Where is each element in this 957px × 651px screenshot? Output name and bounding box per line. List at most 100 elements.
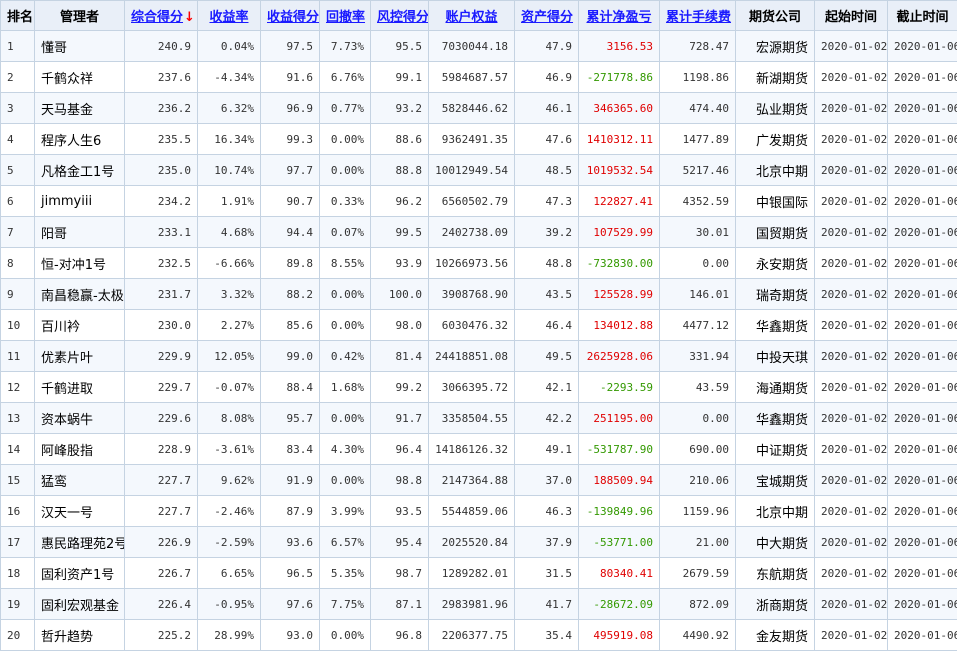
table-row: 5凡格金工1号235.010.74%97.70.00%88.810012949.… <box>1 155 957 186</box>
cell-equity: 3908768.90 <box>429 279 515 310</box>
cell-company: 北京中期 <box>736 155 815 186</box>
cell-company: 金友期货 <box>736 620 815 651</box>
table-row: 14阿峰股指228.9-3.61%83.44.30%96.414186126.3… <box>1 434 957 465</box>
cell-return-rate: 8.08% <box>198 403 261 434</box>
cell-return-score: 99.3 <box>261 124 320 155</box>
cell-net-profit: 495919.08 <box>579 620 660 651</box>
cell-return-score: 91.9 <box>261 465 320 496</box>
cell-manager: 优素片叶 <box>35 341 125 372</box>
cell-manager: 固利资产1号 <box>35 558 125 589</box>
cell-drawdown: 0.00% <box>320 403 371 434</box>
cell-drawdown: 8.55% <box>320 248 371 279</box>
cell-company: 宝城期货 <box>736 465 815 496</box>
col-net-profit-header[interactable]: 累计净盈亏 <box>579 1 660 31</box>
cell-risk-score: 87.1 <box>371 589 429 620</box>
cell-rank: 7 <box>1 217 35 248</box>
cell-rank: 17 <box>1 527 35 558</box>
cell-net-profit: 80340.41 <box>579 558 660 589</box>
cell-net-profit: 2625928.06 <box>579 341 660 372</box>
cell-drawdown: 7.75% <box>320 589 371 620</box>
cell-drawdown: 1.68% <box>320 372 371 403</box>
cell-rank: 20 <box>1 620 35 651</box>
cell-fees: 1159.96 <box>660 496 736 527</box>
cell-risk-score: 98.7 <box>371 558 429 589</box>
cell-end-date: 2020-01-06 <box>888 248 957 279</box>
cell-rank: 18 <box>1 558 35 589</box>
cell-company: 中证期货 <box>736 434 815 465</box>
cell-asset-score: 46.4 <box>515 310 579 341</box>
col-manager-header: 管理者 <box>35 1 125 31</box>
cell-end-date: 2020-01-06 <box>888 496 957 527</box>
cell-rank: 3 <box>1 93 35 124</box>
cell-drawdown: 0.00% <box>320 620 371 651</box>
table-row: 16汉天一号227.7-2.46%87.93.99%93.55544859.06… <box>1 496 957 527</box>
col-fees-header[interactable]: 累计手续费 <box>660 1 736 31</box>
cell-composite: 227.7 <box>125 496 198 527</box>
cell-rank: 8 <box>1 248 35 279</box>
cell-composite: 232.5 <box>125 248 198 279</box>
cell-asset-score: 46.3 <box>515 496 579 527</box>
cell-asset-score: 31.5 <box>515 558 579 589</box>
cell-rank: 2 <box>1 62 35 93</box>
cell-fees: 4352.59 <box>660 186 736 217</box>
cell-return-rate: -3.61% <box>198 434 261 465</box>
cell-fees: 210.06 <box>660 465 736 496</box>
col-composite-header[interactable]: 综合得分↓ <box>125 1 198 31</box>
col-composite-label: 综合得分 <box>131 10 183 25</box>
cell-equity: 2025520.84 <box>429 527 515 558</box>
cell-return-rate: 16.34% <box>198 124 261 155</box>
cell-net-profit: -732830.00 <box>579 248 660 279</box>
col-return-score-header[interactable]: 收益得分 <box>261 1 320 31</box>
cell-return-rate: 6.32% <box>198 93 261 124</box>
cell-equity: 2147364.88 <box>429 465 515 496</box>
cell-manager: 资本蜗牛 <box>35 403 125 434</box>
cell-start-date: 2020-01-02 <box>815 527 888 558</box>
cell-end-date: 2020-01-06 <box>888 124 957 155</box>
cell-end-date: 2020-01-06 <box>888 217 957 248</box>
cell-fees: 43.59 <box>660 372 736 403</box>
cell-end-date: 2020-01-06 <box>888 465 957 496</box>
cell-manager: 懂哥 <box>35 31 125 62</box>
cell-company: 东航期货 <box>736 558 815 589</box>
cell-end-date: 2020-01-06 <box>888 434 957 465</box>
cell-rank: 4 <box>1 124 35 155</box>
col-return-rate-header[interactable]: 收益率 <box>198 1 261 31</box>
cell-start-date: 2020-01-02 <box>815 558 888 589</box>
cell-net-profit: 188509.94 <box>579 465 660 496</box>
cell-risk-score: 100.0 <box>371 279 429 310</box>
cell-company: 弘业期货 <box>736 93 815 124</box>
col-drawdown-header[interactable]: 回撤率 <box>320 1 371 31</box>
cell-return-rate: -4.34% <box>198 62 261 93</box>
cell-rank: 9 <box>1 279 35 310</box>
cell-return-rate: -2.46% <box>198 496 261 527</box>
cell-net-profit: 1410312.11 <box>579 124 660 155</box>
cell-company: 宏源期货 <box>736 31 815 62</box>
cell-manager: 天马基金 <box>35 93 125 124</box>
cell-company: 新湖期货 <box>736 62 815 93</box>
cell-company: 中投天琪 <box>736 341 815 372</box>
cell-net-profit: 251195.00 <box>579 403 660 434</box>
cell-composite: 240.9 <box>125 31 198 62</box>
cell-equity: 3358504.55 <box>429 403 515 434</box>
cell-composite: 225.2 <box>125 620 198 651</box>
col-equity-header[interactable]: 账户权益 <box>429 1 515 31</box>
cell-net-profit: -531787.90 <box>579 434 660 465</box>
cell-company: 国贸期货 <box>736 217 815 248</box>
cell-return-rate: -2.59% <box>198 527 261 558</box>
cell-drawdown: 6.76% <box>320 62 371 93</box>
cell-fees: 2679.59 <box>660 558 736 589</box>
col-risk-score-header[interactable]: 风控得分 <box>371 1 429 31</box>
cell-return-score: 83.4 <box>261 434 320 465</box>
cell-risk-score: 91.7 <box>371 403 429 434</box>
cell-composite: 235.0 <box>125 155 198 186</box>
col-company-header: 期货公司 <box>736 1 815 31</box>
table-row: 20哲升趋势225.228.99%93.00.00%96.82206377.75… <box>1 620 957 651</box>
cell-net-profit: 125528.99 <box>579 279 660 310</box>
cell-return-rate: 3.32% <box>198 279 261 310</box>
cell-end-date: 2020-01-06 <box>888 62 957 93</box>
col-asset-score-header[interactable]: 资产得分 <box>515 1 579 31</box>
cell-company: 中银国际 <box>736 186 815 217</box>
cell-equity: 24418851.08 <box>429 341 515 372</box>
cell-composite: 230.0 <box>125 310 198 341</box>
cell-asset-score: 39.2 <box>515 217 579 248</box>
